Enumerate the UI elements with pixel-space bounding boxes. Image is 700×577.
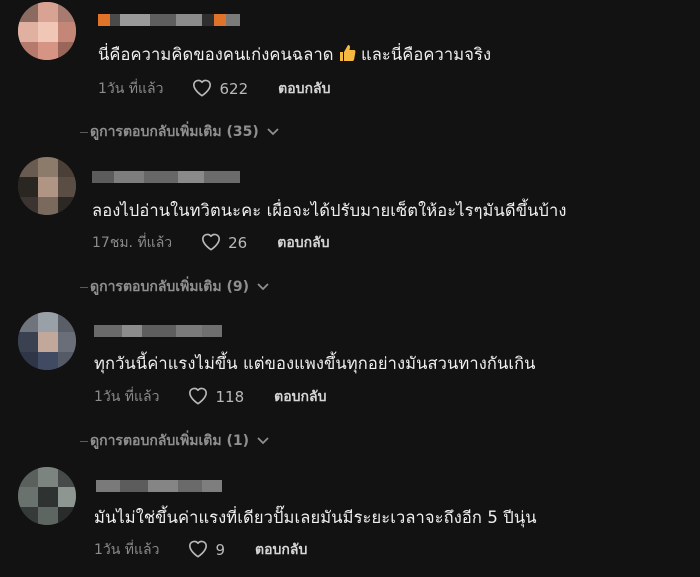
- avatar[interactable]: [18, 467, 76, 525]
- like-button[interactable]: 9: [187, 538, 225, 562]
- timestamp: 1วัน ที่แล้ว: [94, 389, 160, 405]
- like-button[interactable]: 118: [187, 385, 244, 409]
- reply-button[interactable]: ตอบกลับ: [255, 539, 307, 561]
- view-more-replies-label: ดูการตอบกลับเพิ่มเติม (35): [90, 124, 259, 140]
- view-more-replies[interactable]: ดูการตอบกลับเพิ่มเติม (1): [80, 430, 269, 452]
- timestamp: 1วัน ที่แล้ว: [94, 542, 160, 558]
- like-count: 622: [219, 80, 249, 98]
- divider: [80, 440, 88, 442]
- like-button[interactable]: 622: [191, 77, 248, 101]
- heart-outline-icon[interactable]: [187, 385, 209, 409]
- username-blurred[interactable]: [94, 324, 222, 338]
- timestamp: 17ชม. ที่แล้ว: [92, 235, 173, 251]
- view-more-replies-label: ดูการตอบกลับเพิ่มเติม (9): [90, 279, 250, 295]
- avatar[interactable]: [18, 157, 76, 215]
- comment-meta: 1วัน ที่แล้ว 118 ตอบกลับ: [94, 385, 326, 409]
- comment-text: นี่คือความคิดของคนเก่งคนฉลาด และนี่คือคว…: [98, 42, 491, 68]
- comment-text: ลองไปอ่านในทวิตนะคะ เผื่อจะได้ปรับมายเซ็…: [92, 201, 567, 220]
- heart-outline-icon[interactable]: [191, 77, 213, 101]
- chevron-down-icon: [259, 124, 279, 140]
- view-more-replies-label: ดูการตอบกลับเพิ่มเติม (1): [90, 433, 250, 449]
- divider: [80, 286, 88, 288]
- chevron-down-icon: [249, 433, 269, 449]
- comment-meta: 1วัน ที่แล้ว 622 ตอบกลับ: [98, 77, 330, 101]
- username-blurred[interactable]: [96, 479, 222, 493]
- comment-text: ทุกวันนี้ค่าแรงไม่ขึ้น แต่ของแพงขึ้นทุกอ…: [94, 354, 536, 373]
- username-blurred[interactable]: [98, 13, 240, 27]
- view-more-replies[interactable]: ดูการตอบกลับเพิ่มเติม (35): [80, 121, 279, 143]
- chevron-down-icon: [249, 279, 269, 295]
- reply-button[interactable]: ตอบกลับ: [274, 386, 326, 408]
- comment-text: มันไม่ใช่ขึ้นค่าแรงที่เดียวปั๊มเลยมันมีร…: [94, 508, 537, 527]
- username-blurred[interactable]: [92, 170, 240, 184]
- avatar[interactable]: [18, 312, 76, 370]
- heart-outline-icon[interactable]: [187, 538, 209, 562]
- comment-meta: 17ชม. ที่แล้ว 26 ตอบกลับ: [92, 231, 330, 255]
- timestamp: 1วัน ที่แล้ว: [98, 81, 164, 97]
- reply-button[interactable]: ตอบกลับ: [277, 232, 329, 254]
- like-button[interactable]: 26: [200, 231, 247, 255]
- like-count: 9: [215, 541, 226, 559]
- heart-outline-icon[interactable]: [200, 231, 222, 255]
- thumbs-up-emoji-icon: [338, 44, 356, 66]
- divider: [80, 131, 88, 133]
- like-count: 118: [215, 388, 245, 406]
- comment-text-part: นี่คือความคิดของคนเก่งคนฉลาด: [98, 45, 334, 64]
- reply-button[interactable]: ตอบกลับ: [278, 78, 330, 100]
- avatar[interactable]: [18, 2, 76, 60]
- comment-meta: 1วัน ที่แล้ว 9 ตอบกลับ: [94, 538, 307, 562]
- like-count: 26: [228, 234, 248, 252]
- view-more-replies[interactable]: ดูการตอบกลับเพิ่มเติม (9): [80, 276, 269, 298]
- comment-text-part: และนี่คือความจริง: [355, 45, 492, 64]
